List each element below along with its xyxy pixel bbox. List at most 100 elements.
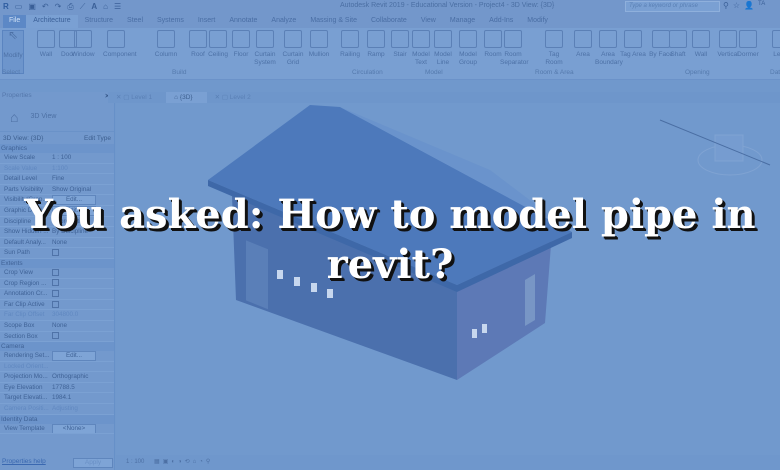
property-checkbox[interactable] <box>50 289 114 299</box>
edit-button[interactable]: Edit... <box>52 351 96 361</box>
property-name: Scope Box <box>4 321 35 329</box>
property-name: Eye Elevation <box>4 383 43 391</box>
property-value[interactable]: None <box>50 321 114 331</box>
tab-annotate[interactable]: Annotate <box>222 15 264 28</box>
tab-manage[interactable]: Manage <box>443 15 482 28</box>
tool-label: Curtain Grid <box>282 51 304 66</box>
view-selector[interactable]: 3D View: {3D} Edit Type <box>0 132 114 144</box>
tab-massing-site[interactable]: Massing & Site <box>303 15 364 28</box>
tool-label: Mullion <box>308 51 330 58</box>
type-selector[interactable]: ⌂ 3D View <box>0 102 114 132</box>
tab-analyze[interactable]: Analyze <box>264 15 303 28</box>
tab-level-2[interactable]: ✕ ▢ Level 2 <box>207 92 265 103</box>
save-icon[interactable]: ▣ <box>28 2 36 11</box>
tab-view[interactable]: View <box>414 15 443 28</box>
tool-modify[interactable]: ⇖ Modify <box>2 29 24 74</box>
edit-type-button[interactable]: Edit Type <box>84 135 111 142</box>
property-name: View Scale <box>4 154 36 161</box>
property-edit-button[interactable]: Edit... <box>50 351 114 361</box>
tool-railing[interactable]: Railing <box>337 30 363 59</box>
property-value[interactable]: Fine <box>50 174 114 184</box>
tool-area-boundary[interactable]: Area Boundary <box>595 30 623 67</box>
checkbox[interactable] <box>52 332 59 340</box>
user-area: ⚲ ☆ 👤 TA <box>723 1 765 10</box>
property-edit-button[interactable]: <None> <box>50 423 114 434</box>
tab-label: Level 2 <box>229 94 251 101</box>
property-checkbox[interactable] <box>50 300 114 310</box>
section-identity-data[interactable]: Identity Data <box>0 414 114 424</box>
open-icon[interactable]: ▭ <box>15 2 23 11</box>
tab-insert[interactable]: Insert <box>191 15 223 28</box>
checkbox[interactable] <box>52 300 59 308</box>
property-row: Scale Value 1:100 <box>0 164 114 175</box>
tab-level-1[interactable]: ✕ ▢ Level 1 <box>108 92 166 103</box>
tool-level[interactable]: Level <box>768 30 780 59</box>
tool-model-group[interactable]: Model Group <box>455 30 481 67</box>
property-value[interactable]: 1 : 100 <box>50 153 114 163</box>
tab-systems[interactable]: Systems <box>150 15 191 28</box>
tool-label: Tag Area <box>620 51 646 58</box>
property-value[interactable]: 304800.0 <box>50 310 114 320</box>
tab-steel[interactable]: Steel <box>120 15 150 28</box>
tab-file[interactable]: File <box>3 15 27 28</box>
property-value[interactable] <box>50 362 114 372</box>
tool-area[interactable]: Area <box>570 30 596 59</box>
redo-icon[interactable]: ↷ <box>55 2 62 11</box>
checkbox[interactable] <box>52 289 59 297</box>
window-icon <box>74 30 92 48</box>
app-title: Autodesk Revit 2019 - Educational Versio… <box>340 2 555 9</box>
tool-floor[interactable]: Floor <box>228 30 254 59</box>
section-graphics[interactable]: Graphics <box>0 144 114 153</box>
user-name[interactable]: TA <box>758 1 765 10</box>
tool-column[interactable]: Column <box>153 30 179 59</box>
tab-add-ins[interactable]: Add-Ins <box>482 15 520 28</box>
thin-lines-icon[interactable]: ☰ <box>114 2 121 11</box>
tab-structure[interactable]: Structure <box>78 15 120 28</box>
property-value[interactable]: 17788.5 <box>50 383 114 393</box>
tool-tag-room[interactable]: Tag Room <box>541 30 567 67</box>
properties-help-link[interactable]: Properties help <box>2 458 46 468</box>
tool-mullion[interactable]: Mullion <box>306 30 332 59</box>
tool-curtain-grid[interactable]: Curtain Grid <box>280 30 306 67</box>
user-icon[interactable]: 👤 <box>744 1 754 10</box>
tool-room-separator[interactable]: Room Separator <box>500 30 529 67</box>
search-input[interactable]: Type a keyword or phrase <box>625 1 720 12</box>
undo-icon[interactable]: ↶ <box>42 2 49 11</box>
3d-view-icon[interactable]: ⌂ <box>103 2 108 11</box>
ribbon: ⇖ Modify Wall Door Window Component Column Roof… <box>0 28 780 80</box>
tool-ramp[interactable]: Ramp <box>363 30 389 59</box>
property-value[interactable]: Adjusting <box>50 404 114 414</box>
tool-window[interactable]: Window <box>70 30 96 59</box>
tool-label: Room Separator <box>500 51 529 66</box>
property-checkbox[interactable] <box>50 332 114 342</box>
tab-modify[interactable]: Modify <box>520 15 555 28</box>
apply-button[interactable]: Apply <box>73 458 113 468</box>
binoculars-icon[interactable]: ⚲ <box>723 1 729 10</box>
property-name: Annotation Cr... <box>4 290 48 298</box>
tool-dormer[interactable]: Dormer <box>735 30 761 59</box>
area-boundary-icon <box>599 30 617 48</box>
property-row: Scope Box None <box>0 321 114 332</box>
tab-collaborate[interactable]: Collaborate <box>364 15 414 28</box>
print-icon[interactable]: ⎙ <box>67 2 73 12</box>
tool-curtain-system[interactable]: Curtain System <box>252 30 278 67</box>
property-value[interactable]: 1:100 <box>50 164 114 174</box>
viewcube-icon[interactable] <box>697 134 763 176</box>
view-scale[interactable]: 1 : 100 <box>126 459 144 465</box>
revit-logo-icon[interactable]: R <box>3 2 9 11</box>
tool-wall[interactable]: Wall <box>688 30 714 59</box>
tool-component[interactable]: Component <box>103 30 137 59</box>
section-camera[interactable]: Camera <box>0 342 114 352</box>
headline-line-2: revit? <box>326 241 454 288</box>
tool-model-line[interactable]: Model Line <box>430 30 456 67</box>
tab-architecture[interactable]: Architecture <box>26 15 78 28</box>
text-icon[interactable]: A <box>91 2 97 11</box>
tab-3d[interactable]: ⌂ {3D} <box>166 92 207 103</box>
tool-tag-area[interactable]: Tag Area <box>620 30 646 59</box>
view-controls-icons[interactable]: ▦▣◐◑⟲⌂◔⚲ <box>154 459 213 465</box>
star-icon[interactable]: ☆ <box>733 1 740 10</box>
property-value[interactable]: Orthographic <box>50 372 114 382</box>
property-value[interactable]: 1984.1 <box>50 393 114 403</box>
measure-icon[interactable]: ⟋ <box>80 2 86 12</box>
edit-button[interactable]: <None> <box>52 423 96 434</box>
